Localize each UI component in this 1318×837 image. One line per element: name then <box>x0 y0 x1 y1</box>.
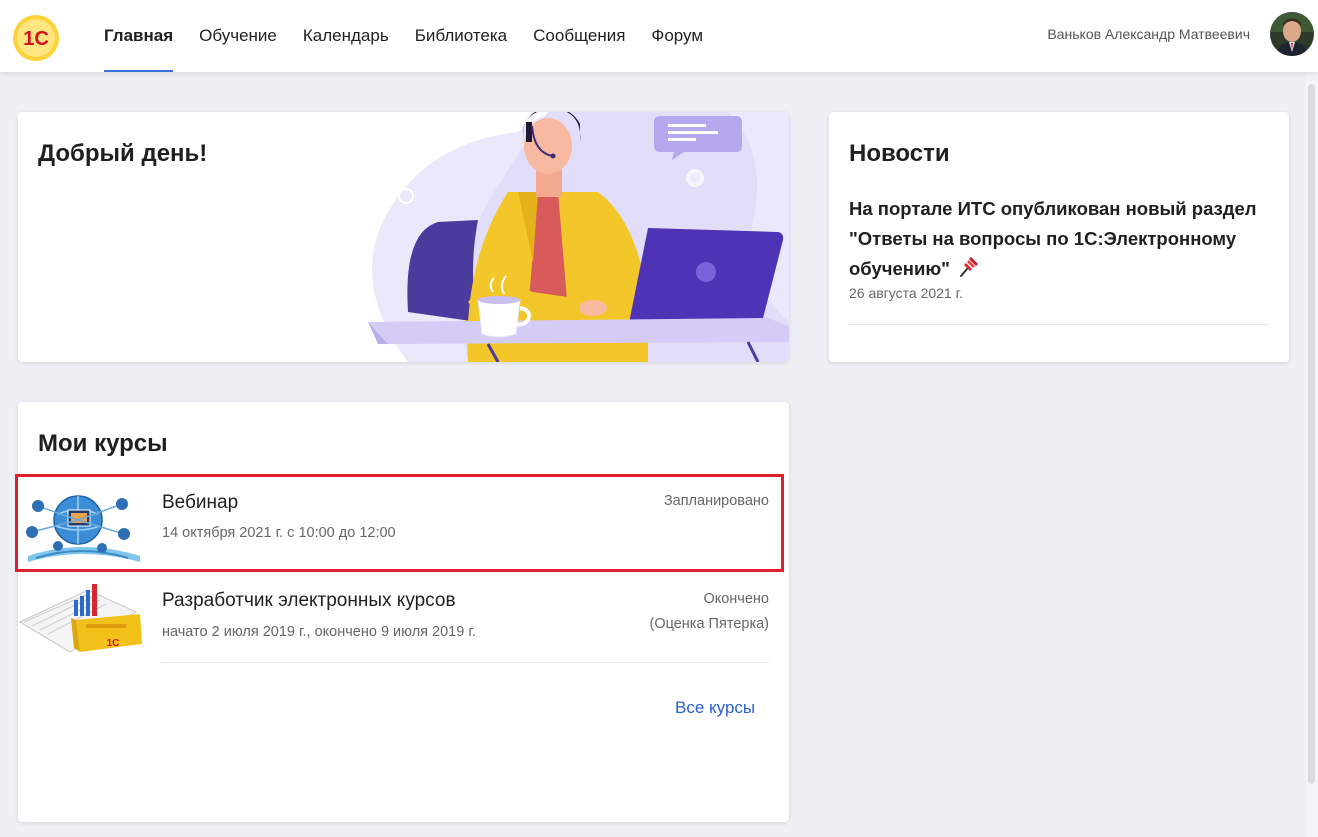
nav-item-forum[interactable]: Форум <box>651 0 703 72</box>
course-status: Окончено <box>703 591 769 607</box>
greeting-card: Добрый день! <box>18 112 789 362</box>
main-nav: Главная Обучение Календарь Библиотека Со… <box>104 0 729 72</box>
greeting-title: Добрый день! <box>38 140 208 167</box>
all-courses-link[interactable]: Все курсы <box>675 698 755 718</box>
course-name[interactable]: Вебинар <box>162 492 238 514</box>
news-item-link[interactable]: На портале ИТС опубликован новый раздел … <box>849 194 1279 287</box>
user-name[interactable]: Ваньков Александр Матвеевич <box>1047 26 1250 42</box>
nav-item-calendar[interactable]: Календарь <box>303 0 389 72</box>
my-courses-card: Мои курсы Вебинар 14 октября 2021 г. с 1… <box>18 402 789 822</box>
1c-logo[interactable]: 1С <box>11 13 61 63</box>
my-courses-title: Мои курсы <box>38 430 168 457</box>
nav-item-messages[interactable]: Сообщения <box>533 0 625 72</box>
course-item-developer[interactable]: 1C Разработчик электронных курсов начато… <box>18 580 789 666</box>
operator-illustration <box>348 112 789 362</box>
page-scrollbar-thumb[interactable] <box>1308 84 1315 784</box>
svg-text:1C: 1C <box>107 638 120 649</box>
news-title: Новости <box>849 140 950 167</box>
nav-item-library[interactable]: Библиотека <box>415 0 507 72</box>
course-status: Запланировано <box>663 493 769 509</box>
news-card: Новости На портале ИТС опубликован новый… <box>829 112 1289 362</box>
nav-item-learning[interactable]: Обучение <box>199 0 277 72</box>
avatar[interactable] <box>1270 12 1314 56</box>
course-item-webinar[interactable]: Вебинар 14 октября 2021 г. с 10:00 до 12… <box>18 480 789 570</box>
pushpin-icon <box>957 254 981 287</box>
course-dates: 14 октября 2021 г. с 10:00 до 12:00 <box>162 525 396 541</box>
course-name[interactable]: Разработчик электронных курсов <box>162 590 456 612</box>
logo-text: 1С <box>23 28 49 50</box>
course-dates: начато 2 июля 2019 г., окончено 9 июля 2… <box>162 624 476 640</box>
network-globe-thumbnail[interactable] <box>18 486 146 564</box>
course-grade: (Оценка Пятерка) <box>649 616 769 632</box>
news-item-title[interactable]: На портале ИТС опубликован новый раздел … <box>849 198 1257 279</box>
1c-box-chart-thumbnail[interactable]: 1C <box>18 582 146 660</box>
news-item-date: 26 августа 2021 г. <box>849 285 963 301</box>
course-divider <box>162 662 769 663</box>
top-navigation-bar: 1С Главная Обучение Календарь Библиотека… <box>0 0 1318 72</box>
news-divider <box>849 324 1269 325</box>
nav-item-home[interactable]: Главная <box>104 0 174 72</box>
